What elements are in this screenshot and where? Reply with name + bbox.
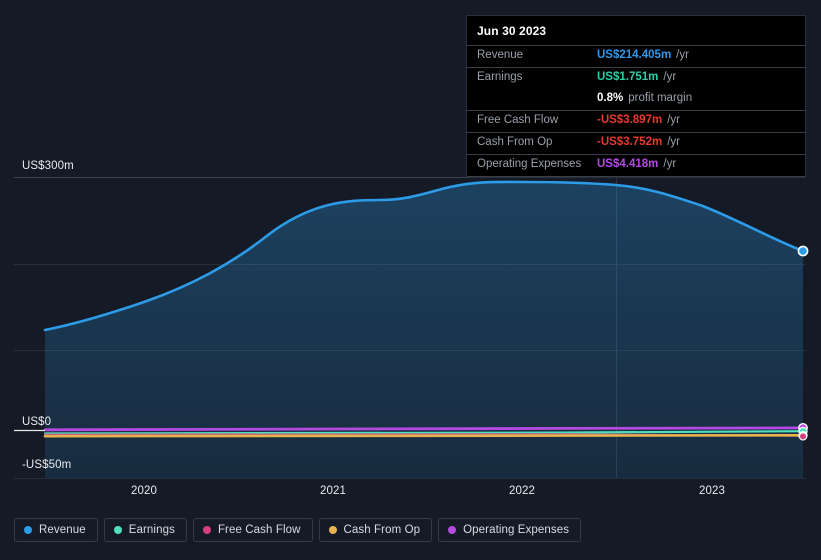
x-axis-label-2022: 2022 xyxy=(509,485,535,497)
tooltip-suffix-free-cash-flow: /yr xyxy=(667,114,680,126)
x-axis-label-2023: 2023 xyxy=(699,485,725,497)
legend-dot-free-cash-flow-icon xyxy=(202,526,211,534)
legend-dot-earnings-icon xyxy=(113,526,122,534)
legend-item-revenue[interactable]: Revenue xyxy=(14,518,98,542)
tooltip-row-revenue: Revenue US$214.405m /yr xyxy=(467,45,805,67)
free-cash-flow-endpoint-marker[interactable] xyxy=(798,432,808,441)
tooltip-row-profit-margin: 0.8% profit margin xyxy=(467,89,805,110)
tooltip-row-cash-from-op: Cash From Op -US$3.752m /yr xyxy=(467,132,805,154)
x-axis-label-2020: 2020 xyxy=(131,485,157,497)
tooltip-row-free-cash-flow: Free Cash Flow -US$3.897m /yr xyxy=(467,110,805,132)
legend-label-cash-from-op: Cash From Op xyxy=(343,524,421,536)
tooltip-row-operating-expenses: Operating Expenses US$4.418m /yr xyxy=(467,154,805,177)
y-axis-label-top: US$300m xyxy=(22,160,74,172)
tooltip-profit-margin-label: profit margin xyxy=(628,92,693,104)
data-tooltip: Jun 30 2023 Revenue US$214.405m /yr Earn… xyxy=(466,15,806,178)
revenue-endpoint-marker[interactable] xyxy=(797,245,809,257)
tooltip-suffix-revenue: /yr xyxy=(676,49,689,61)
tooltip-key-free-cash-flow: Free Cash Flow xyxy=(477,114,559,126)
operating-expenses-line xyxy=(43,426,805,432)
legend-item-earnings[interactable]: Earnings xyxy=(103,518,187,542)
legend-dot-revenue-icon xyxy=(24,526,32,534)
tooltip-suffix-operating-expenses: /yr xyxy=(663,158,677,170)
cash-from-op-line xyxy=(43,434,805,438)
y-axis-label-zero: US$0 xyxy=(22,416,52,428)
tooltip-date: Jun 30 2023 xyxy=(477,24,547,38)
legend-item-free-cash-flow[interactable]: Free Cash Flow xyxy=(192,518,313,542)
legend-dot-cash-from-op-icon xyxy=(328,526,337,534)
tooltip-key-cash-from-op: Cash From Op xyxy=(477,136,553,148)
financial-performance-chart: US$300m US$0 -US$50m 2020 2021 2022 2023… xyxy=(0,0,821,560)
tooltip-value-operating-expenses: US$4.418m xyxy=(597,158,659,170)
tooltip-profit-margin-value: 0.8% xyxy=(597,92,624,104)
legend-label-earnings: Earnings xyxy=(128,524,175,536)
tooltip-key-operating-expenses: Operating Expenses xyxy=(477,158,582,170)
tooltip-value-earnings: US$1.751m xyxy=(597,71,659,83)
legend-item-operating-expenses[interactable]: Operating Expenses xyxy=(438,518,582,542)
tooltip-value-cash-from-op: -US$3.752m xyxy=(597,136,663,148)
tooltip-key-earnings: Earnings xyxy=(477,71,523,83)
chart-legend: Revenue Earnings Free Cash Flow Cash Fro… xyxy=(14,518,582,542)
tooltip-row-earnings: Earnings US$1.751m /yr xyxy=(467,67,805,89)
legend-label-free-cash-flow: Free Cash Flow xyxy=(217,524,301,536)
x-axis-label-2021: 2021 xyxy=(320,485,346,497)
legend-label-revenue: Revenue xyxy=(39,524,86,536)
tooltip-key-revenue: Revenue xyxy=(477,49,524,61)
tooltip-value-revenue: US$214.405m xyxy=(597,49,672,61)
legend-label-operating-expenses: Operating Expenses xyxy=(463,524,570,536)
tooltip-suffix-cash-from-op: /yr xyxy=(667,136,680,148)
y-axis-label-bottom: -US$50m xyxy=(22,459,72,471)
legend-dot-operating-expenses-icon xyxy=(448,526,457,534)
legend-item-cash-from-op[interactable]: Cash From Op xyxy=(318,518,433,542)
tooltip-value-free-cash-flow: -US$3.897m xyxy=(597,114,663,126)
tooltip-suffix-earnings: /yr xyxy=(663,71,677,83)
